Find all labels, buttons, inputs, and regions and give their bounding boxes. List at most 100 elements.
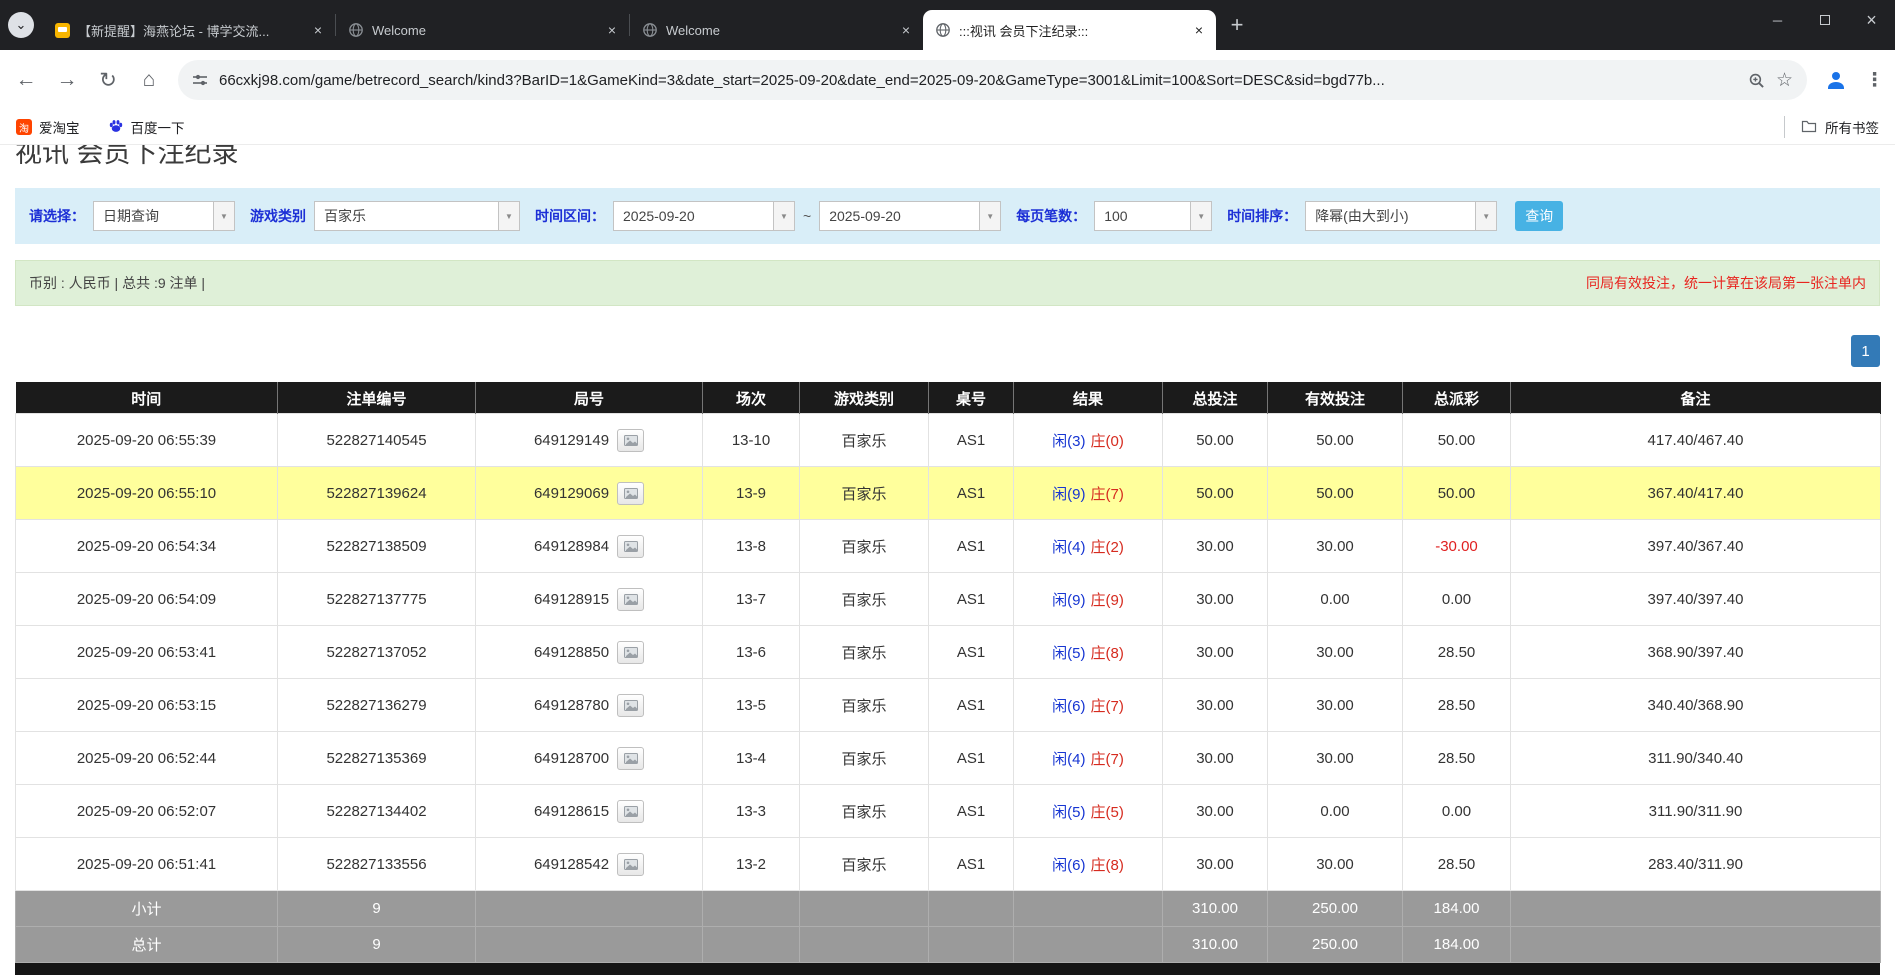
cell-total-bet-link[interactable]: 30.00 — [1163, 785, 1268, 838]
maximize-button[interactable] — [1801, 0, 1848, 40]
round-video-button[interactable] — [617, 641, 644, 664]
tab-haiyan-forum[interactable]: 【新提醒】海燕论坛 - 博学交流... × — [42, 10, 335, 50]
cell-result: 闲(6)庄(8) — [1014, 838, 1163, 891]
bookmark-baidu[interactable]: 百度一下 — [108, 117, 185, 137]
home-button[interactable]: ⌂ — [137, 68, 161, 92]
dropdown-arrow-icon[interactable]: ▼ — [1190, 201, 1212, 231]
cell-time: 2025-09-20 06:55:10 — [16, 467, 278, 520]
profile-icon[interactable] — [1824, 68, 1848, 92]
date-end-dropdown[interactable]: 2025-09-20 ▼ — [819, 201, 1001, 231]
header-total-bet: 总投注 — [1163, 383, 1268, 414]
tab-close-icon[interactable]: × — [1190, 21, 1208, 39]
bet-table-body: 2025-09-20 06:55:39 522827140545 6491291… — [16, 414, 1881, 891]
cell-valid-bet: 50.00 — [1268, 414, 1403, 467]
dropdown-arrow-icon[interactable]: ▼ — [213, 201, 235, 231]
dropdown-arrow-icon[interactable]: ▼ — [773, 201, 795, 231]
round-video-button[interactable] — [617, 853, 644, 876]
round-number: 649129149 — [534, 432, 609, 449]
cell-total-bet-link[interactable]: 30.00 — [1163, 520, 1268, 573]
reload-button[interactable]: ↻ — [96, 68, 120, 93]
subtotal-total-bet: 310.00 — [1163, 891, 1268, 927]
cell-total-bet-link[interactable]: 50.00 — [1163, 467, 1268, 520]
round-number: 649128915 — [534, 591, 609, 608]
browser-menu-icon[interactable]: ⋮ — [1865, 69, 1881, 92]
browser-toolbar: ← → ↻ ⌂ 66cxkj98.com/game/betrecord_sear… — [0, 50, 1895, 110]
round-video-button[interactable] — [617, 694, 644, 717]
cell-game-type: 百家乐 — [800, 520, 929, 573]
table-row: 2025-09-20 06:53:15 522827136279 6491287… — [16, 679, 1881, 732]
zoom-icon[interactable] — [1748, 72, 1765, 89]
per-page-dropdown[interactable]: 100 ▼ — [1094, 201, 1212, 231]
cell-bet-id: 522827135369 — [278, 732, 476, 785]
result-player: 闲(6) — [1052, 698, 1085, 715]
cell-game-type: 百家乐 — [800, 785, 929, 838]
round-video-button[interactable] — [617, 482, 644, 505]
query-type-value[interactable]: 日期查询 — [93, 201, 213, 231]
maximize-icon — [1820, 15, 1830, 25]
dropdown-arrow-icon[interactable]: ▼ — [1475, 201, 1497, 231]
cell-payout: 50.00 — [1403, 467, 1511, 520]
cell-bet-id: 522827134402 — [278, 785, 476, 838]
close-window-button[interactable]: × — [1848, 0, 1895, 40]
url-input[interactable]: 66cxkj98.com/game/betrecord_search/kind3… — [219, 72, 1737, 89]
tab-welcome-1[interactable]: Welcome × — [336, 10, 629, 50]
game-type-value[interactable]: 百家乐 — [314, 201, 498, 231]
page-number-button[interactable]: 1 — [1851, 335, 1880, 367]
cell-total-bet-link[interactable]: 30.00 — [1163, 838, 1268, 891]
tab-close-icon[interactable]: × — [309, 21, 327, 39]
result-player: 闲(9) — [1052, 592, 1085, 609]
cell-session: 13-6 — [703, 626, 800, 679]
game-type-dropdown[interactable]: 百家乐 ▼ — [314, 201, 520, 231]
cell-total-bet-link[interactable]: 30.00 — [1163, 679, 1268, 732]
dropdown-arrow-icon[interactable]: ▼ — [498, 201, 520, 231]
cell-payout: 28.50 — [1403, 626, 1511, 679]
tab-welcome-2[interactable]: Welcome × — [630, 10, 923, 50]
cell-valid-bet: 30.00 — [1268, 626, 1403, 679]
cell-game-type: 百家乐 — [800, 679, 929, 732]
total-row: 总计 9 310.00 250.00 184.00 — [16, 927, 1881, 963]
per-page-value[interactable]: 100 — [1094, 201, 1190, 231]
bookmark-taobao[interactable]: 淘 爱淘宝 — [16, 117, 80, 137]
all-bookmarks-button[interactable]: 所有书签 — [1784, 116, 1879, 138]
tab-bet-records-active[interactable]: :::视讯 会员下注纪录::: × — [923, 10, 1216, 50]
round-video-button[interactable] — [617, 588, 644, 611]
bookmark-star-icon[interactable]: ☆ — [1776, 69, 1793, 92]
cell-total-bet-link[interactable]: 30.00 — [1163, 732, 1268, 785]
round-video-button[interactable] — [617, 429, 644, 452]
new-tab-button[interactable]: + — [1222, 10, 1252, 40]
date-start-value[interactable]: 2025-09-20 — [613, 201, 773, 231]
tab-title: Welcome — [372, 23, 595, 38]
cell-note: 417.40/467.40 — [1511, 414, 1881, 467]
result-banker: 庄(9) — [1091, 592, 1124, 609]
round-video-button[interactable] — [617, 800, 644, 823]
cell-total-bet-link[interactable]: 50.00 — [1163, 414, 1268, 467]
back-button[interactable]: ← — [14, 68, 38, 92]
cell-total-bet-link[interactable]: 30.00 — [1163, 573, 1268, 626]
round-number: 649128984 — [534, 538, 609, 555]
date-range-separator: ~ — [803, 208, 811, 224]
sort-value[interactable]: 降幂(由大到小) — [1305, 201, 1475, 231]
dropdown-arrow-icon[interactable]: ▼ — [979, 201, 1001, 231]
search-button[interactable]: 查询 — [1515, 201, 1563, 231]
currency-summary-text: 币别 : 人民币 | 总共 :9 注单 | — [29, 273, 205, 293]
cell-bet-id: 522827136279 — [278, 679, 476, 732]
cell-round: 649128542 — [476, 838, 703, 891]
table-row: 2025-09-20 06:54:34 522827138509 6491289… — [16, 520, 1881, 573]
url-bar[interactable]: 66cxkj98.com/game/betrecord_search/kind3… — [178, 60, 1807, 100]
tab-close-icon[interactable]: × — [897, 21, 915, 39]
result-player: 闲(4) — [1052, 751, 1085, 768]
query-type-dropdown[interactable]: 日期查询 ▼ — [93, 201, 235, 231]
cell-total-bet-link[interactable]: 30.00 — [1163, 626, 1268, 679]
date-start-dropdown[interactable]: 2025-09-20 ▼ — [613, 201, 795, 231]
round-video-button[interactable] — [617, 747, 644, 770]
round-video-button[interactable] — [617, 535, 644, 558]
forward-button[interactable]: → — [55, 68, 79, 92]
cell-result: 闲(4)庄(7) — [1014, 732, 1163, 785]
minimize-button[interactable]: ─ — [1754, 0, 1801, 40]
tab-close-icon[interactable]: × — [603, 21, 621, 39]
date-end-value[interactable]: 2025-09-20 — [819, 201, 979, 231]
sort-dropdown[interactable]: 降幂(由大到小) ▼ — [1305, 201, 1497, 231]
site-settings-icon[interactable] — [192, 72, 208, 88]
cell-round: 649128850 — [476, 626, 703, 679]
tab-search-button[interactable]: ⌄ — [8, 12, 34, 38]
